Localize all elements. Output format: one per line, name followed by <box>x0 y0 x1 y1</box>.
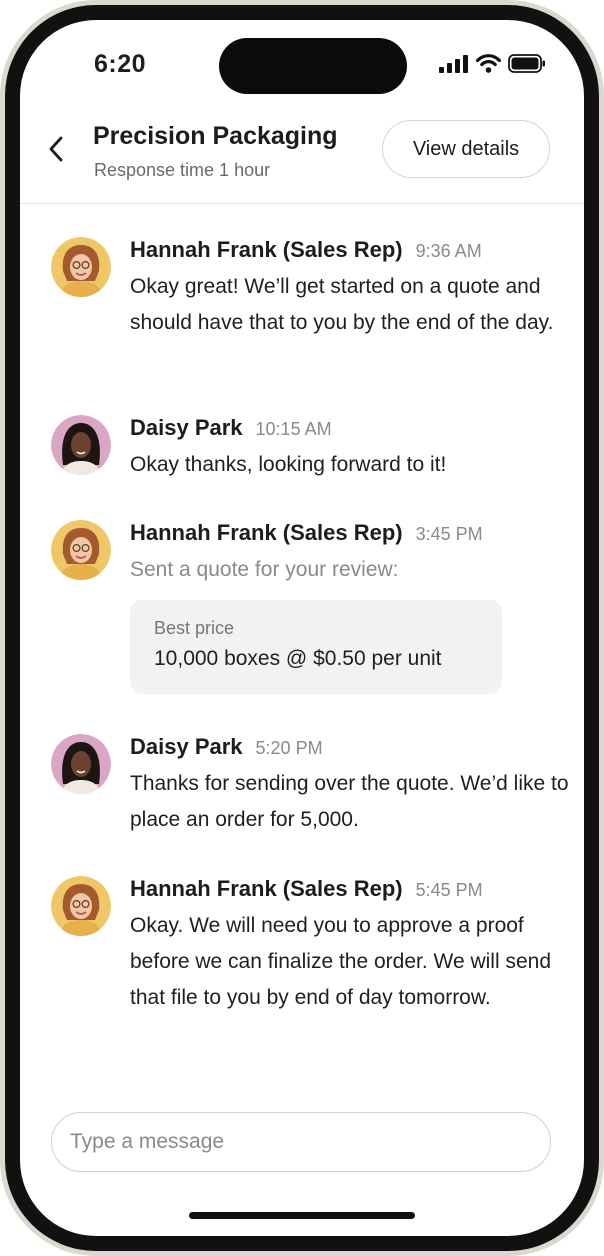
quote-label: Best price <box>154 618 235 638</box>
message-time: 9:36 AM <box>415 241 482 261</box>
header-divider <box>20 203 584 204</box>
quote-card[interactable]: Best price 10,000 boxes @ $0.50 per unit <box>130 600 502 694</box>
cellular-signal-icon <box>439 54 468 73</box>
home-indicator[interactable] <box>189 1212 415 1219</box>
dynamic-island <box>219 38 407 94</box>
sender-name: Hannah Frank (Sales Rep) <box>130 520 403 545</box>
message-text: Thanks for sending over the quote. We’d … <box>130 772 569 831</box>
message-text: Okay. We will need you to approve a proo… <box>130 914 552 1009</box>
sender-name: Daisy Park <box>130 415 243 440</box>
avatar[interactable] <box>51 520 111 580</box>
wifi-icon <box>476 54 501 73</box>
avatar[interactable] <box>51 415 111 475</box>
avatar[interactable] <box>51 734 111 794</box>
battery-icon <box>508 54 545 73</box>
message-text: Sent a quote for your review: <box>130 558 399 581</box>
avatar[interactable] <box>51 876 111 936</box>
message-time: 3:45 PM <box>415 524 483 544</box>
response-time: Response time 1 hour <box>94 160 271 180</box>
message-time: 10:15 AM <box>255 419 332 439</box>
message-time: 5:20 PM <box>255 738 323 758</box>
status-icons <box>439 54 546 73</box>
chevron-left-icon[interactable] <box>44 134 68 164</box>
sender-name: Hannah Frank (Sales Rep) <box>130 237 403 262</box>
avatar[interactable] <box>51 237 111 297</box>
sender-name: Daisy Park <box>130 734 243 759</box>
sender-name: Hannah Frank (Sales Rep) <box>130 876 403 901</box>
phone-bezel: 6:20 Precision Packaging Response time 1… <box>5 5 599 1251</box>
message-time: 5:45 PM <box>415 880 483 900</box>
view-details-button[interactable]: View details <box>382 120 550 178</box>
screen: 6:20 Precision Packaging Response time 1… <box>20 20 584 1236</box>
phone-frame: 6:20 Precision Packaging Response time 1… <box>0 0 604 1256</box>
conversation-title: Precision Packaging <box>93 122 338 150</box>
quote-value: 10,000 boxes @ $0.50 per unit <box>154 647 442 670</box>
status-time: 6:20 <box>94 50 147 78</box>
message-text: Okay great! We’ll get started on a quote… <box>130 275 554 334</box>
message-text: Okay thanks, looking forward to it! <box>130 453 447 476</box>
message-input[interactable] <box>51 1112 551 1172</box>
